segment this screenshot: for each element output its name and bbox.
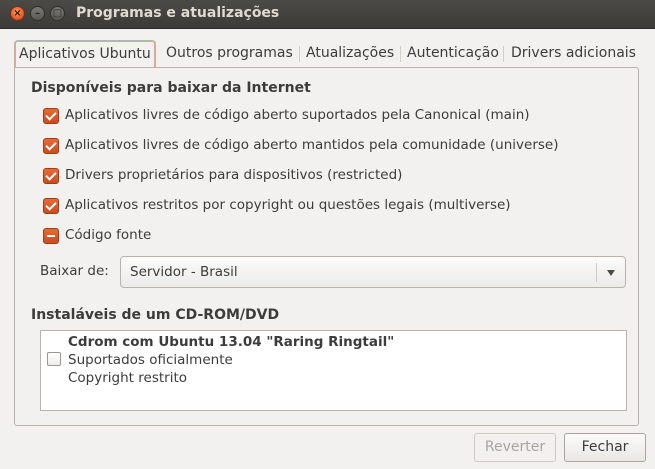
tab-separator: [503, 46, 504, 62]
tab-drivers-adicionais[interactable]: Drivers adicionais: [506, 40, 641, 67]
tab-separator: [400, 46, 401, 62]
checkbox-label: Aplicativos livres de código aberto supo…: [65, 107, 530, 123]
download-from-label: Baixar de:: [40, 263, 109, 279]
close-window-button[interactable]: ×: [10, 6, 25, 21]
window-title: Programas e atualizações: [76, 5, 280, 21]
checkbox-label: Aplicativos restritos por copyright ou q…: [65, 197, 511, 213]
checkbox-label: Código fonte: [65, 227, 152, 243]
tab-outros-programas[interactable]: Outros programas: [161, 40, 298, 67]
cdrom-section-title: Instaláveis de um CD-ROM/DVD: [31, 307, 280, 323]
download-server-dropdown[interactable]: Servidor - Brasil: [120, 256, 626, 288]
tab-aplicativos-ubuntu[interactable]: Aplicativos Ubuntu: [14, 40, 156, 69]
close-button[interactable]: Fechar: [564, 433, 646, 462]
checkbox-checked[interactable]: [43, 198, 59, 214]
checkbox-label: Aplicativos livres de código aberto mant…: [65, 137, 559, 153]
internet-section-title: Disponíveis para baixar da Internet: [31, 80, 311, 96]
checkbox-label: Drivers proprietários para dispositivos …: [65, 167, 403, 183]
revert-button[interactable]: Reverter: [474, 433, 556, 462]
checkbox-checked[interactable]: [43, 108, 59, 124]
download-server-value: Servidor - Brasil: [130, 264, 238, 280]
maximize-window-button[interactable]: □: [50, 6, 65, 21]
title-bar: × – □ Programas e atualizações: [0, 0, 655, 29]
cdrom-checkbox[interactable]: [47, 352, 61, 366]
checkbox-checked[interactable]: [43, 138, 59, 154]
cdrom-name: Cdrom com Ubuntu 13.04 "Raring Ringtail": [68, 334, 395, 350]
tab-autenticacao[interactable]: Autenticação: [402, 40, 504, 67]
dropdown-separator: [596, 263, 597, 282]
minimize-window-button[interactable]: –: [30, 6, 45, 21]
cdrom-list: Cdrom com Ubuntu 13.04 "Raring Ringtail"…: [40, 330, 627, 411]
chevron-down-icon[interactable]: [607, 270, 615, 276]
tab-separator: [299, 46, 300, 62]
cdrom-copyright-text: Copyright restrito: [68, 370, 187, 386]
tab-atualizacoes[interactable]: Atualizações: [301, 40, 399, 67]
checkbox-checked[interactable]: [43, 168, 59, 184]
cdrom-support-text: Suportados oficialmente: [68, 352, 233, 368]
checkbox-mixed[interactable]: [43, 228, 59, 244]
